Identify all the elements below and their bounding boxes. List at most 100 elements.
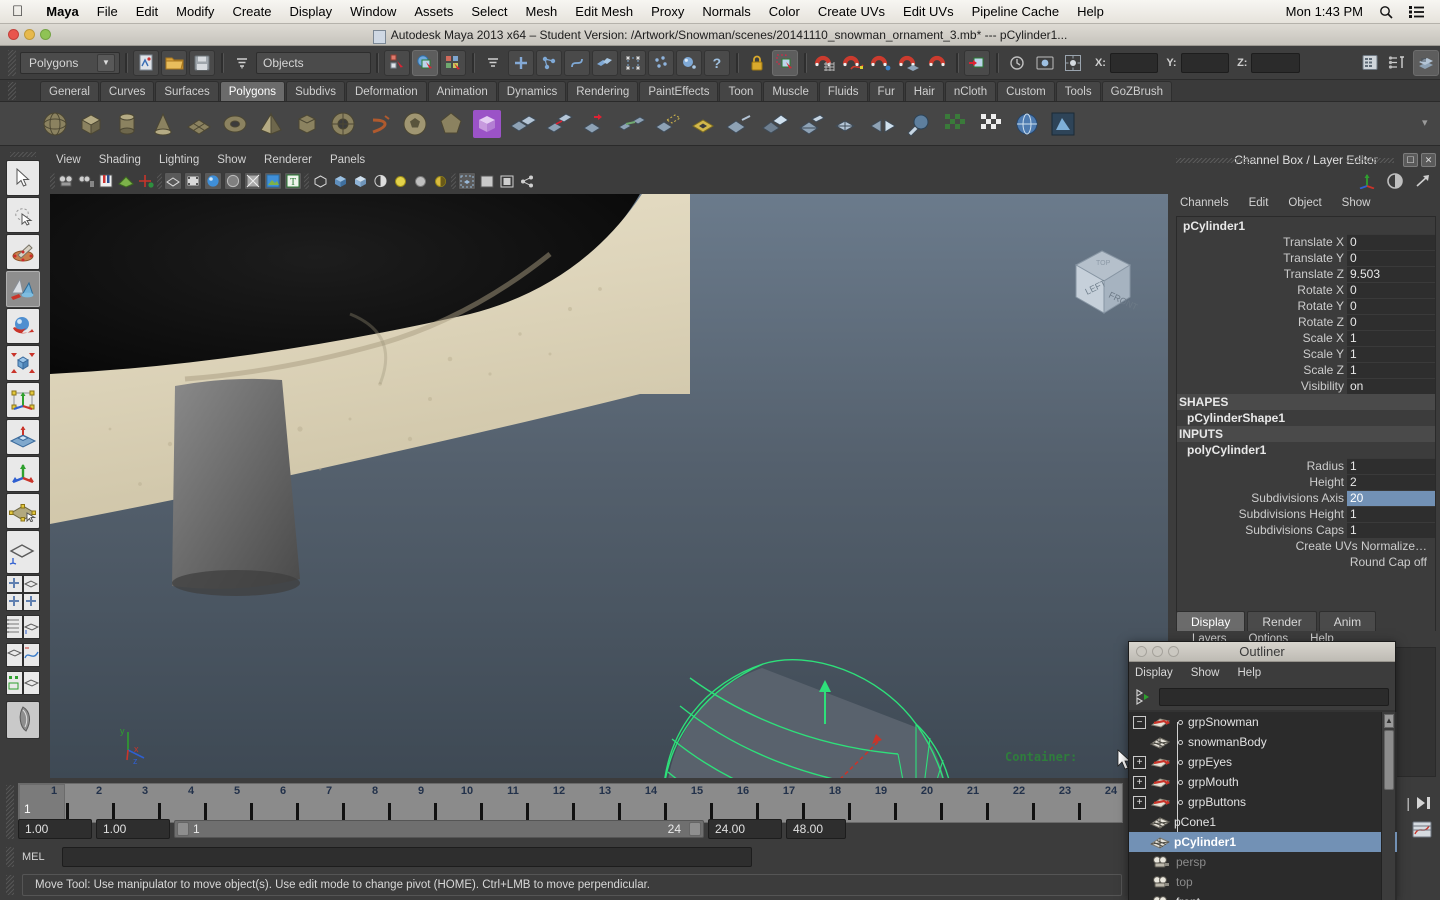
mask-misc-button[interactable]: ? — [703, 49, 730, 76]
maximize-button[interactable] — [40, 29, 51, 40]
view-cube[interactable]: LEFT FRONT TOP — [1056, 239, 1148, 331]
channel-value[interactable]: 1 — [1347, 458, 1435, 474]
viewport-menu-renderer[interactable]: Renderer — [264, 154, 312, 166]
os-menu-item-create[interactable]: Create — [223, 4, 280, 19]
os-menu-item-window[interactable]: Window — [341, 4, 405, 19]
channel-box-shape-name[interactable]: pCylinderShape1 — [1177, 410, 1435, 426]
command-language-label[interactable]: MEL — [22, 851, 62, 863]
poly-cone-icon[interactable] — [148, 109, 178, 139]
hardware-texturing-icon[interactable] — [264, 172, 282, 190]
poly-helix-icon[interactable] — [364, 109, 394, 139]
outliner-item-grpeyes[interactable]: + grpEyes — [1129, 752, 1397, 772]
os-menu-item-modify[interactable]: Modify — [167, 4, 223, 19]
viewport-menu-shading[interactable]: Shading — [99, 154, 141, 166]
outliner-item-snowmanbody[interactable]: snowmanBody — [1129, 732, 1397, 752]
two-dimensional-pan-zoom-icon[interactable] — [137, 172, 155, 190]
mask-rendering-button[interactable] — [675, 49, 702, 76]
layout-single-pane-button[interactable] — [6, 575, 23, 593]
apple-icon[interactable]:  — [12, 4, 23, 19]
lock-icon[interactable] — [744, 50, 770, 76]
expand-icon[interactable]: + — [1133, 795, 1146, 809]
os-menu-item-maya[interactable]: Maya — [37, 4, 88, 19]
shaded-box-icon[interactable] — [331, 172, 349, 190]
channel-value[interactable]: 0 — [1347, 234, 1435, 250]
select-by-component-button[interactable] — [439, 49, 466, 76]
outliner-menu-help[interactable]: Help — [1238, 667, 1262, 679]
poly-reduce-icon[interactable] — [724, 109, 754, 139]
select-camera-icon[interactable] — [57, 172, 75, 190]
xray-display-icon[interactable] — [311, 172, 329, 190]
wireframe-on-shaded-icon[interactable] — [244, 172, 262, 190]
menuset-dropdown[interactable]: Polygons ▼ — [20, 51, 120, 74]
channel-row-scale-z[interactable]: Scale Z1 — [1177, 362, 1435, 378]
sculpt-geometry-icon[interactable] — [904, 109, 934, 139]
lasso-tool[interactable] — [6, 197, 40, 233]
xray-joints-icon[interactable] — [371, 172, 389, 190]
channel-row-round-cap[interactable]: Round Cap off — [1177, 554, 1435, 570]
layout-persp-hypershade-button[interactable] — [23, 671, 40, 695]
undock-panel-button[interactable]: ☐ — [1403, 153, 1418, 167]
channel-row-create-uvs[interactable]: Create UVs Normalize… — [1177, 538, 1435, 554]
poly-platonic-icon[interactable] — [436, 109, 466, 139]
isolate-select-icon[interactable] — [458, 172, 476, 190]
attribute-editor-icon[interactable] — [1385, 50, 1411, 76]
os-menu-item-file[interactable]: File — [88, 4, 127, 19]
poly-combine-icon[interactable] — [508, 109, 538, 139]
channel-value[interactable]: 0 — [1347, 250, 1435, 266]
poly-torus-icon[interactable] — [220, 109, 250, 139]
range-start-field[interactable]: 1.00 — [18, 819, 92, 839]
scrollbar-thumb[interactable] — [1384, 730, 1394, 790]
current-time-indicator[interactable]: 1 — [19, 784, 65, 822]
z-input[interactable] — [1251, 52, 1300, 73]
poly-uv-checker2-icon[interactable] — [976, 109, 1006, 139]
os-menu-item-proxy[interactable]: Proxy — [642, 4, 693, 19]
outliner-item-pcylinder1[interactable]: pCylinder1 — [1129, 832, 1397, 852]
history-icon[interactable] — [1004, 50, 1030, 76]
channel-row-scale-x[interactable]: Scale X1 — [1177, 330, 1435, 346]
poly-bridge-icon[interactable] — [616, 109, 646, 139]
channel-row-radius[interactable]: Radius 1 — [1177, 458, 1435, 474]
close-panel-button[interactable]: ✕ — [1421, 153, 1436, 167]
channel-value[interactable]: 1 — [1347, 346, 1435, 362]
channel-row-subdivisions-caps[interactable]: Subdivisions Caps 1 — [1177, 522, 1435, 538]
poly-cube-purple-icon[interactable] — [472, 109, 502, 139]
channel-row-subdivisions-axis[interactable]: Subdivisions Axis 20 — [1177, 490, 1435, 506]
soft-modification-tool[interactable] — [6, 419, 40, 455]
cb-gripper-left[interactable] — [1176, 158, 1256, 163]
shelf-tab-fluids[interactable]: Fluids — [818, 81, 868, 101]
new-scene-button[interactable] — [133, 49, 159, 76]
universal-manipulator-tool[interactable] — [6, 382, 40, 418]
snap-to-view-plane-button[interactable] — [924, 50, 950, 76]
poly-prism-icon[interactable] — [292, 109, 322, 139]
os-menu-item-edit-mesh[interactable]: Edit Mesh — [566, 4, 642, 19]
grid-toggle-icon[interactable] — [478, 172, 496, 190]
channel-value[interactable]: 2 — [1347, 474, 1435, 490]
channel-row-translate-z[interactable]: Translate Z 9.503 — [1177, 266, 1435, 282]
channel-box-menu-show[interactable]: Show — [1342, 197, 1371, 209]
shelf-tab-toon[interactable]: Toon — [719, 81, 763, 101]
viewport-3d-scene[interactable]: Verts: 4457 42 0 Edges: 8960 100 0 Faces… — [50, 194, 1168, 778]
show-manipulator-tool[interactable] — [6, 493, 40, 529]
bookmarks-icon[interactable] — [97, 172, 115, 190]
poly-quadrangulate-icon[interactable] — [832, 109, 862, 139]
lights-all-icon[interactable] — [411, 172, 429, 190]
poly-mirror-icon[interactable] — [868, 109, 898, 139]
tab-anim[interactable]: Anim — [1318, 611, 1377, 631]
poly-uv-sphere-map-icon[interactable] — [1012, 109, 1042, 139]
os-menu-item-edit[interactable]: Edit — [127, 4, 167, 19]
shelf-tab-curves[interactable]: Curves — [99, 81, 155, 101]
outliner-item-persp[interactable]: persp — [1129, 852, 1397, 872]
anim-start-field[interactable]: 1.00 — [96, 819, 170, 839]
channel-row-visibility[interactable]: Visibility on — [1177, 378, 1435, 394]
selection-mask-field[interactable]: Objects — [256, 51, 371, 74]
outliner-item-top[interactable]: top — [1129, 872, 1397, 892]
camera-attributes-icon[interactable] — [77, 172, 95, 190]
viewport-menu-view[interactable]: View — [56, 154, 81, 166]
select-component-icon[interactable] — [6, 530, 40, 574]
x-input[interactable] — [1109, 52, 1159, 73]
layout-four-pane-button[interactable] — [23, 575, 40, 593]
help-line-gripper[interactable] — [6, 874, 14, 895]
os-menu-item-normals[interactable]: Normals — [693, 4, 759, 19]
os-menu-item-mesh[interactable]: Mesh — [517, 4, 567, 19]
channel-box-expand-icon[interactable] — [1414, 173, 1432, 189]
